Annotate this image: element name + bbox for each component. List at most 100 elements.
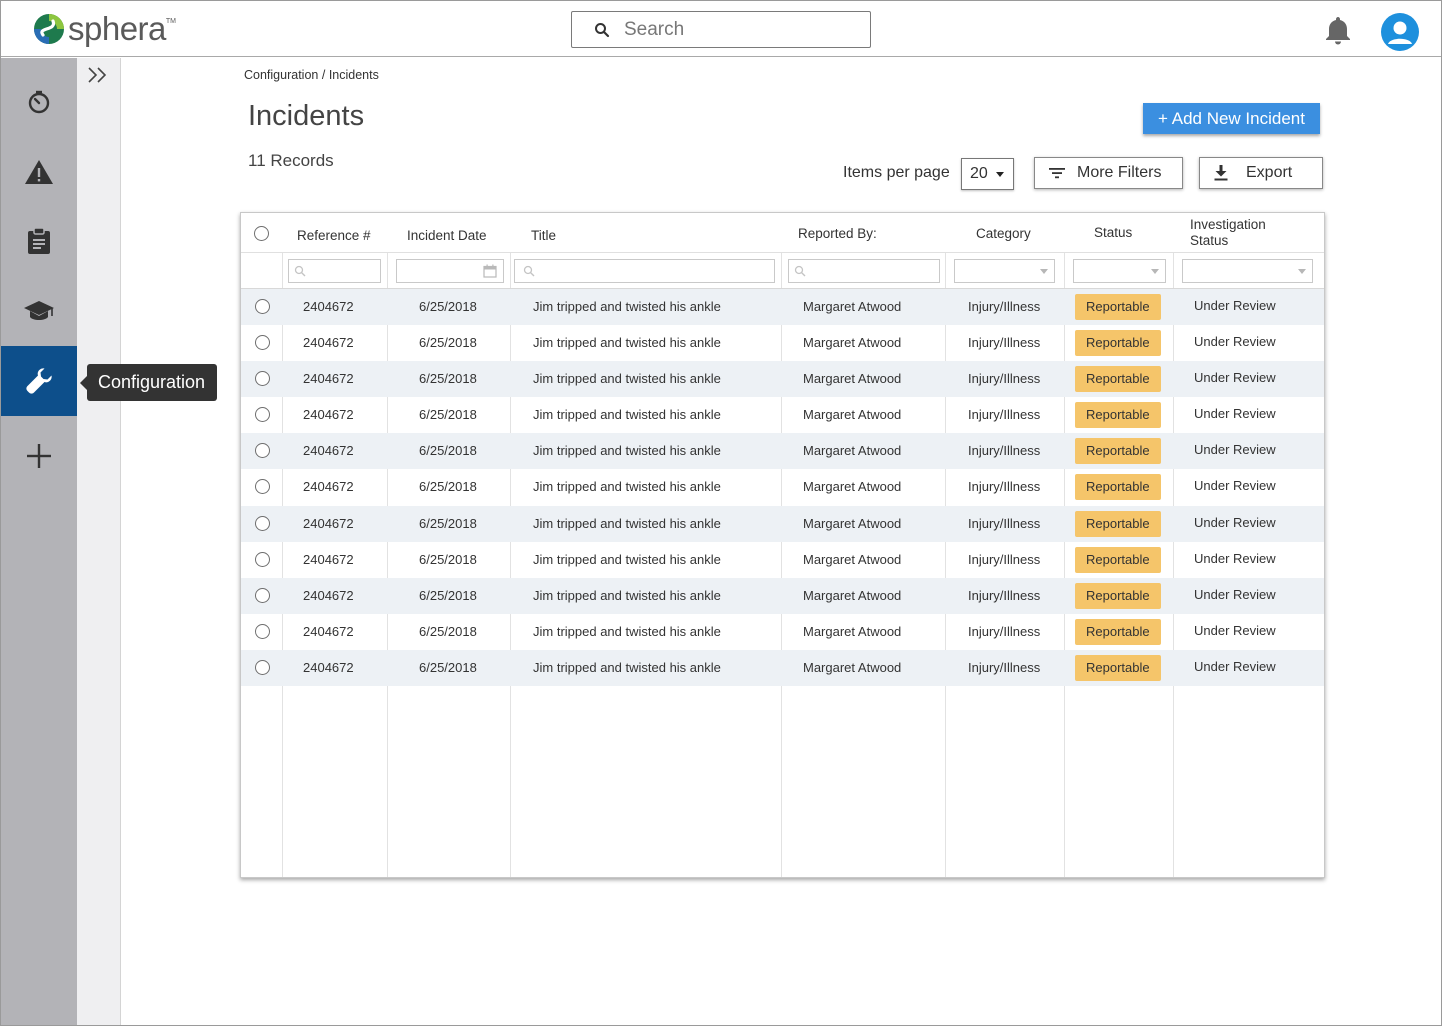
cell-category: Injury/Illness (968, 371, 1041, 386)
cell-incident-date: 6/25/2018 (419, 660, 477, 675)
sphera-logo[interactable]: sphera TM (33, 10, 176, 47)
column-header-category[interactable]: Category (976, 213, 1031, 253)
table-row[interactable]: 2404672 6/25/2018 Jim tripped and twisted … (241, 578, 1324, 614)
nav-item-training[interactable] (1, 276, 77, 346)
status-badge: Reportable (1075, 511, 1161, 537)
global-search[interactable] (571, 11, 871, 48)
cell-reference: 2404672 (303, 516, 354, 531)
column-header-status[interactable]: Status (1094, 213, 1132, 252)
table-row[interactable]: 2404672 6/25/2018 Jim tripped and twisted … (241, 397, 1324, 433)
cell-category: Injury/Illness (968, 516, 1041, 531)
cell-title[interactable]: Jim tripped and twisted his ankle (533, 361, 721, 397)
table-row[interactable]: 2404672 6/25/2018 Jim tripped and twisted … (241, 614, 1324, 650)
cell-reference: 2404672 (303, 552, 354, 567)
column-header-title[interactable]: Title (531, 215, 556, 255)
table-row[interactable]: 2404672 6/25/2018 Jim tripped and twisted … (241, 325, 1324, 361)
status-badge: Reportable (1075, 474, 1161, 500)
table-row[interactable]: 2404672 6/25/2018 Jim tripped and twisted … (241, 506, 1324, 542)
column-header-incident-date[interactable]: Incident Date (407, 215, 487, 255)
nav-item-incidents[interactable] (1, 137, 77, 207)
incidents-table: Reference # Incident Date Title Reported… (240, 212, 1325, 878)
nav-item-configuration[interactable] (1, 346, 77, 416)
nav-item-tasks[interactable] (1, 206, 77, 276)
title-filter-input[interactable] (514, 259, 775, 283)
table-row[interactable]: 2404672 6/25/2018 Jim tripped and twisted … (241, 289, 1324, 325)
cell-reported-by: Margaret Atwood (803, 479, 902, 494)
cell-title[interactable]: Jim tripped and twisted his ankle (533, 542, 721, 578)
row-select-radio[interactable] (255, 335, 270, 350)
row-select-radio[interactable] (255, 443, 270, 458)
table-row[interactable]: 2404672 6/25/2018 Jim tripped and twisted … (241, 433, 1324, 469)
status-badge: Reportable (1075, 583, 1161, 609)
cell-title[interactable]: Jim tripped and twisted his ankle (533, 469, 721, 505)
cell-reported-by: Margaret Atwood (803, 624, 902, 639)
cell-category: Injury/Illness (968, 624, 1041, 639)
row-select-radio[interactable] (255, 588, 270, 603)
add-new-incident-button[interactable]: + Add New Incident (1143, 103, 1320, 134)
breadcrumb: Configuration / Incidents (244, 68, 379, 82)
cell-investigation-status: Under Review (1194, 298, 1276, 313)
cell-title[interactable]: Jim tripped and twisted his ankle (533, 325, 721, 361)
cell-incident-date: 6/25/2018 (419, 443, 477, 458)
status-badge: Reportable (1075, 619, 1161, 645)
breadcrumb-configuration[interactable]: Configuration (244, 68, 318, 82)
row-select-radio[interactable] (255, 407, 270, 422)
more-filters-button[interactable]: More Filters (1034, 157, 1183, 189)
table-row[interactable]: 2404672 6/25/2018 Jim tripped and twisted … (241, 469, 1324, 505)
status-filter-select[interactable] (1073, 259, 1166, 283)
table-row[interactable]: 2404672 6/25/2018 Jim tripped and twisted … (241, 361, 1324, 397)
table-row[interactable]: 2404672 6/25/2018 Jim tripped and twisted … (241, 650, 1324, 686)
row-select-radio[interactable] (255, 624, 270, 639)
table-row[interactable]: 2404672 6/25/2018 Jim tripped and twisted … (241, 542, 1324, 578)
cell-title[interactable]: Jim tripped and twisted his ankle (533, 578, 721, 614)
row-select-radio[interactable] (255, 479, 270, 494)
breadcrumb-current: Incidents (328, 68, 379, 82)
notification-bell-icon[interactable] (1324, 15, 1352, 45)
row-select-radio[interactable] (255, 299, 270, 314)
row-select-radio[interactable] (255, 552, 270, 567)
column-header-reference[interactable]: Reference # (297, 215, 371, 255)
column-header-reported-by[interactable]: Reported By: (798, 213, 877, 253)
reported-by-filter-input[interactable] (788, 259, 940, 283)
page-title: Incidents (248, 100, 365, 132)
cell-category: Injury/Illness (968, 588, 1041, 603)
user-avatar[interactable] (1381, 13, 1419, 51)
status-badge: Reportable (1075, 655, 1161, 681)
cell-category: Injury/Illness (968, 660, 1041, 675)
cell-title[interactable]: Jim tripped and twisted his ankle (533, 397, 721, 433)
category-filter-select[interactable] (954, 259, 1055, 283)
cell-reference: 2404672 (303, 407, 354, 422)
cell-investigation-status: Under Review (1194, 442, 1276, 457)
nav-item-timer[interactable] (1, 67, 77, 137)
nav-item-add[interactable] (1, 421, 77, 491)
cell-reference: 2404672 (303, 660, 354, 675)
configuration-tooltip: Configuration (79, 364, 218, 401)
cell-title[interactable]: Jim tripped and twisted his ankle (533, 433, 721, 469)
cell-title[interactable]: Jim tripped and twisted his ankle (533, 289, 721, 325)
cell-title[interactable]: Jim tripped and twisted his ankle (533, 614, 721, 650)
cell-reference: 2404672 (303, 624, 354, 639)
cell-reported-by: Margaret Atwood (803, 335, 902, 350)
export-button[interactable]: Export (1199, 157, 1323, 189)
breadcrumb-separator: / (321, 68, 326, 82)
cell-reference: 2404672 (303, 588, 354, 603)
cell-investigation-status: Under Review (1194, 551, 1276, 566)
cell-category: Injury/Illness (968, 552, 1041, 567)
cell-reference: 2404672 (303, 443, 354, 458)
incident-date-filter-input[interactable] (396, 259, 504, 283)
row-select-radio[interactable] (255, 660, 270, 675)
items-per-page-select[interactable]: 20 (961, 158, 1014, 190)
status-badge: Reportable (1075, 330, 1161, 356)
cell-title[interactable]: Jim tripped and twisted his ankle (533, 506, 721, 542)
select-all-radio[interactable] (254, 226, 269, 241)
search-input[interactable] (624, 18, 844, 41)
row-select-radio[interactable] (255, 371, 270, 386)
expand-chevrons-icon[interactable] (87, 66, 109, 84)
investigation-status-filter-select[interactable] (1182, 259, 1313, 283)
cell-title[interactable]: Jim tripped and twisted his ankle (533, 650, 721, 686)
column-header-investigation-status[interactable]: Investigation Status (1190, 213, 1266, 253)
row-select-radio[interactable] (255, 516, 270, 531)
calendar-icon[interactable] (483, 264, 497, 278)
reference-filter-input[interactable] (288, 259, 381, 283)
cell-reported-by: Margaret Atwood (803, 299, 902, 314)
